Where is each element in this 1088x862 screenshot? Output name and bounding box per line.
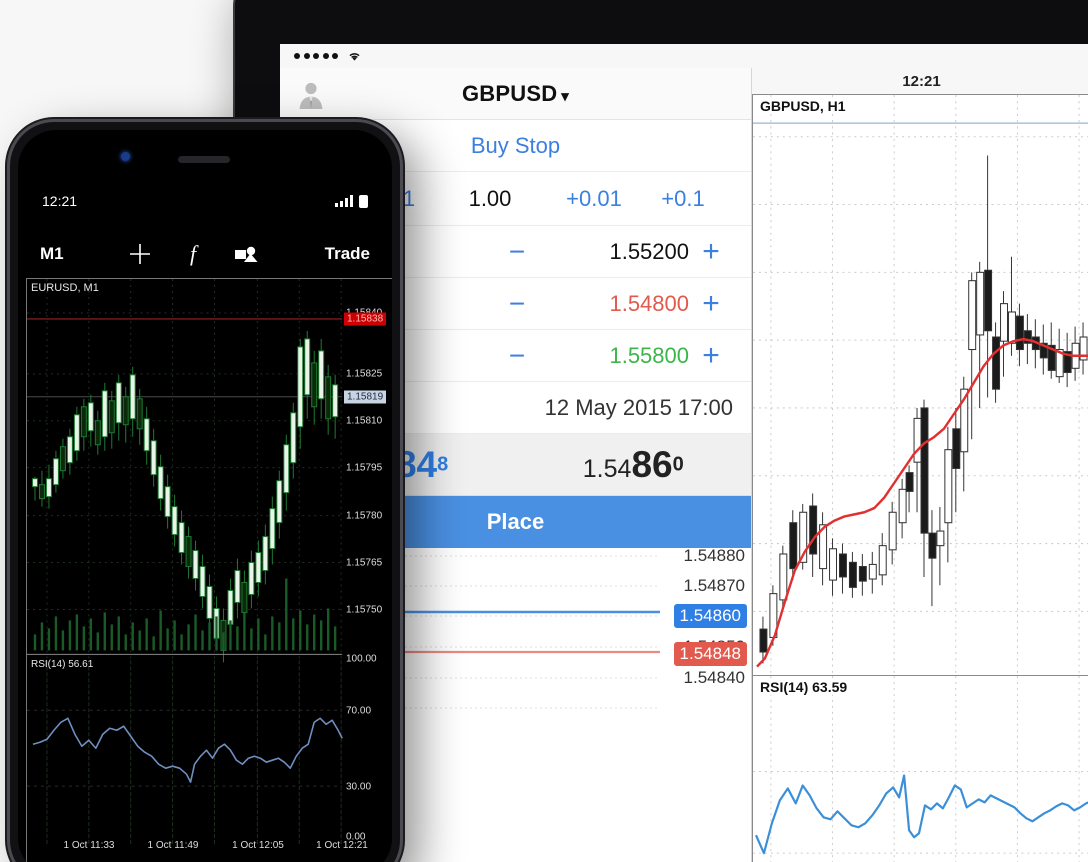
person-avatar-icon[interactable]: [280, 79, 342, 109]
chart-clock-label: 12:21: [902, 72, 941, 90]
price-minus-button[interactable]: −: [495, 237, 539, 266]
phone-rsi-axis-2: 70.00: [346, 705, 372, 717]
h1-rsi-label: RSI(14) 63.59: [758, 679, 850, 695]
h1-chart-svg: [753, 95, 1088, 675]
axis-badge-ask: 1.54860: [673, 604, 747, 628]
phone-time-2: 1 Oct 11:49: [147, 840, 199, 851]
order-header: GBPUSD ▾: [280, 68, 751, 120]
screenshot-stage: GBPUSD▾ Buy Stop -1 -0.01 1.00 +0.01 +0.…: [0, 0, 1088, 862]
axis-label-2: 1.54870: [683, 576, 745, 595]
expiration-value: 12 May 2015 17:00: [544, 394, 733, 420]
price-value[interactable]: 1.55200: [539, 239, 689, 265]
svg-text:f: f: [190, 242, 199, 266]
phone-rsi-label: RSI(14) 56.61: [31, 659, 94, 670]
phone-screen: 12:21 M1 f Trade EURUSD, M1 RSI(14) 56.6…: [18, 130, 392, 862]
symbol-label: GBPUSD: [461, 80, 558, 106]
objects-icon[interactable]: [235, 244, 259, 264]
take-profit-value[interactable]: 1.55800: [539, 343, 689, 369]
phone-axis-7: 1.15750: [346, 604, 383, 616]
h1-chart-label: GBPUSD, H1: [758, 98, 848, 114]
axis-label-4: 1.54840: [683, 668, 745, 687]
signal-dots-icon: [294, 53, 338, 59]
phone-status-bar: 12:21: [18, 188, 392, 214]
chart-pane: 12:21 GBPUSD, H1 RSI(14) 63.59: [752, 68, 1088, 862]
chevron-down-icon: ▾: [561, 87, 570, 105]
phone-rsi-axis-3: 30.00: [346, 781, 372, 793]
symbol-selector[interactable]: GBPUSD ▾: [342, 81, 751, 107]
phone-chart-toolbar: M1 f Trade: [18, 234, 392, 274]
phone-rsi-axis-1: 100.00: [346, 653, 377, 665]
volume-plus-01-button[interactable]: +0.1: [646, 186, 720, 212]
take-profit-minus-button[interactable]: −: [495, 341, 539, 370]
stop-loss-plus-button[interactable]: +: [689, 288, 733, 319]
take-profit-plus-button[interactable]: +: [689, 340, 733, 371]
phone-axis-5: 1.15780: [346, 510, 383, 522]
bid-sup: 8: [437, 453, 449, 476]
phone-eurusd-chart[interactable]: EURUSD, M1 RSI(14) 56.61 1.15838 1.15825…: [26, 278, 392, 862]
order-type-label: Buy Stop: [470, 132, 561, 158]
phone-axis-current-badge: 1.15819: [344, 390, 387, 404]
stop-loss-value[interactable]: 1.54800: [539, 291, 689, 317]
price-plus-button[interactable]: +: [689, 236, 733, 267]
toolbar-icon-group: f: [64, 242, 325, 266]
phone-rsi-axis-4: 0.00: [346, 831, 366, 843]
phone-axis-6: 1.15765: [346, 557, 383, 569]
battery-icon: [359, 194, 368, 208]
phone-price-axis: 1.15840 1.15838 1.15825 1.15819 1.15810 …: [342, 279, 392, 862]
tablet-content: GBPUSD▾ Buy Stop -1 -0.01 1.00 +0.01 +0.…: [280, 68, 1088, 862]
timeframe-button[interactable]: M1: [40, 244, 64, 264]
tablet-screen: GBPUSD▾ Buy Stop -1 -0.01 1.00 +0.01 +0.…: [280, 44, 1088, 862]
earpiece-speaker: [178, 156, 230, 163]
function-f-icon[interactable]: f: [185, 242, 201, 266]
phone-status-icons: [335, 194, 368, 208]
ask-big: 86: [631, 443, 673, 485]
h1-rsi-chart[interactable]: RSI(14) 63.59: [752, 675, 1088, 862]
tablet-status-bar: [280, 44, 1088, 68]
phone-clock: 12:21: [42, 193, 78, 209]
phone-chart-label: EURUSD, M1: [31, 282, 99, 294]
phone-device: 12:21 M1 f Trade EURUSD, M1 RSI(14) 56.6…: [10, 122, 400, 862]
h1-rsi-svg: [753, 676, 1088, 862]
trade-button[interactable]: Trade: [325, 244, 370, 264]
front-camera-icon: [121, 152, 130, 161]
place-button-label: Place: [486, 509, 545, 534]
phone-time-1: 1 Oct 11:33: [63, 840, 115, 851]
signal-bars-icon: [335, 195, 353, 207]
phone-time-3: 1 Oct 12:05: [232, 840, 284, 851]
crosshair-icon[interactable]: [129, 243, 151, 265]
axis-badge-bid: 1.54848: [673, 642, 747, 666]
phone-time-axis: 1 Oct 11:33 1 Oct 11:49 1 Oct 12:05 1 Oc…: [27, 840, 368, 854]
volume-plus-001-button[interactable]: +0.01: [542, 186, 646, 212]
axis-label-1: 1.54880: [683, 546, 745, 565]
volume-value[interactable]: 1.00: [438, 186, 542, 212]
phone-axis-3: 1.15810: [346, 415, 383, 427]
phone-axis-2: 1.15825: [346, 368, 383, 380]
stop-loss-minus-button[interactable]: −: [495, 289, 539, 318]
ask-sup: 0: [672, 453, 684, 476]
ask-small: 1.54: [582, 454, 632, 483]
phone-chart-svg: [27, 279, 343, 847]
phone-axis-4: 1.15795: [346, 462, 383, 474]
h1-candlestick-chart[interactable]: GBPUSD, H1: [752, 94, 1088, 675]
phone-axis-alert-badge: 1.15838: [344, 312, 387, 326]
ask-quote[interactable]: 1.54860: [516, 444, 752, 486]
chart-clock: 12:21: [752, 68, 1088, 94]
wifi-icon: [347, 50, 362, 62]
bid-big: 84: [395, 443, 438, 485]
order-chart-axis: 1.54880 1.54870 1.54860 1.54850 1.54848 …: [659, 546, 751, 862]
